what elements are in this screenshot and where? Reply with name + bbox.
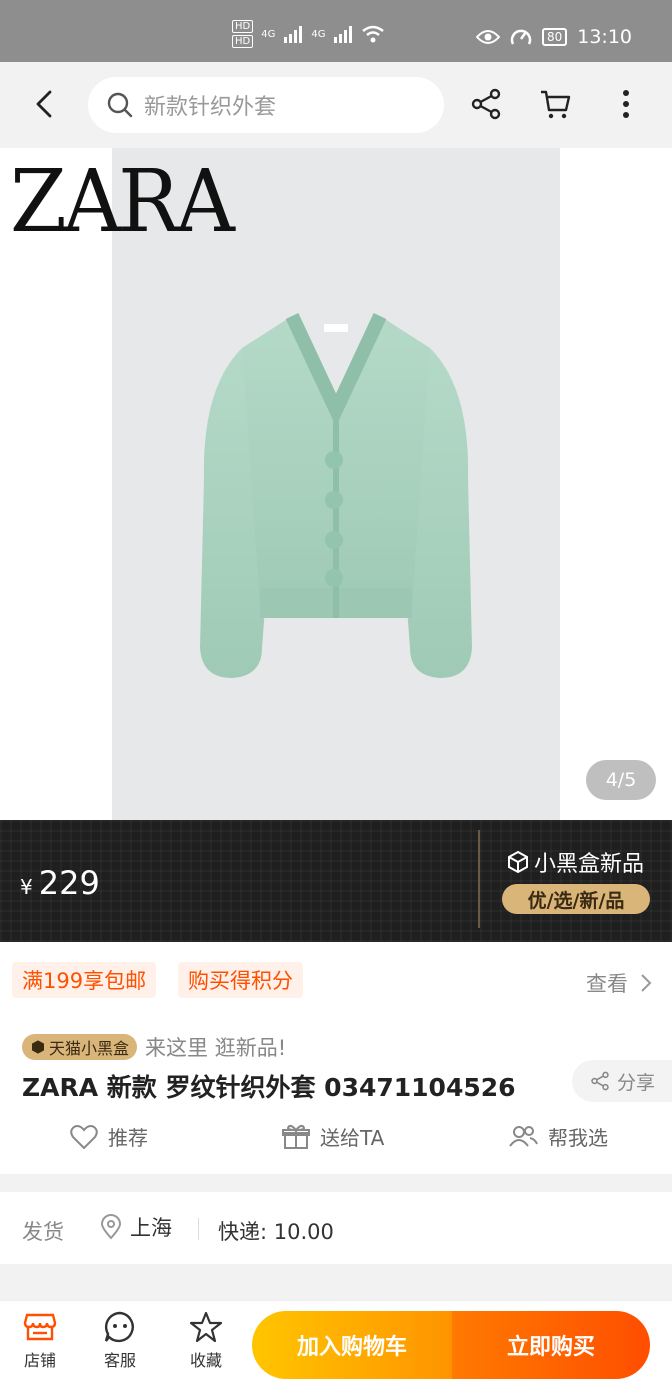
share-button[interactable]: 分享 <box>572 1060 672 1102</box>
wifi-icon <box>362 25 385 43</box>
promo-chip-points: 购买得积分 <box>178 962 303 998</box>
store-icon <box>23 1313 57 1341</box>
favorite-button[interactable]: 收藏 <box>171 1311 241 1371</box>
share-label: 分享 <box>616 1071 655 1094</box>
signal-icon <box>284 26 303 43</box>
help-choose-label: 帮我选 <box>548 1126 608 1150</box>
buy-now-button[interactable]: 立即购买 <box>452 1311 650 1379</box>
recommend-button[interactable]: 推荐 <box>70 1122 148 1151</box>
tagline: 来这里 逛新品! <box>145 1036 287 1060</box>
share-icon[interactable] <box>468 86 504 122</box>
divider <box>198 1218 199 1240</box>
price: ¥ 229 <box>20 864 100 902</box>
price-value: 229 <box>38 864 100 902</box>
people-icon <box>509 1125 538 1147</box>
box-icon <box>508 850 528 874</box>
gift-icon <box>282 1124 310 1149</box>
location-label: 上海 <box>130 1216 172 1240</box>
status-bar: HD HD 4G 4G 80 13:10 <box>0 0 672 62</box>
help-choose-button[interactable]: 帮我选 <box>508 1122 608 1151</box>
network-label: 4G <box>311 28 326 40</box>
add-to-cart-button[interactable]: 加入购物车 <box>252 1311 452 1379</box>
store-button[interactable]: 店铺 <box>5 1311 75 1371</box>
brand-tag: 小黑盒新品 <box>506 846 644 878</box>
brand-logo: ZARA <box>10 152 235 252</box>
tmall-tag-row[interactable]: 天猫小黑盒 来这里 逛新品! <box>22 1032 286 1062</box>
search-icon <box>107 92 133 118</box>
customer-service-label: 客服 <box>103 1351 136 1370</box>
network-label: 4G <box>261 28 276 40</box>
back-icon[interactable] <box>28 86 64 122</box>
product-gallery[interactable]: ZARA 4/5 <box>0 148 672 820</box>
product-info: 天猫小黑盒 来这里 逛新品! ZARA 新款 罗纹针织外套 0347110452… <box>0 1018 672 1174</box>
shipping-row[interactable]: 发货 上海 快递: 10.00 <box>0 1192 672 1264</box>
tmall-badge: 天猫小黑盒 <box>22 1034 138 1060</box>
promo-chip-free-shipping: 满199享包邮 <box>12 962 157 998</box>
location-pin-icon <box>100 1214 122 1240</box>
image-counter: 4/5 <box>586 760 656 800</box>
shipping-location: 上海 <box>100 1212 172 1242</box>
brand-slogan: 优/选/新/品 <box>502 884 650 914</box>
search-bar[interactable]: 新款针织外套 <box>88 77 444 133</box>
currency-symbol: ¥ <box>20 875 33 899</box>
store-label: 店铺 <box>23 1351 56 1370</box>
sim-label: HD <box>232 35 254 48</box>
clock: 13:10 <box>577 26 632 48</box>
brand-tag-label: 小黑盒新品 <box>534 852 645 877</box>
top-nav-bar: 新款针织外套 <box>0 62 672 148</box>
sim-label: HD <box>232 20 254 33</box>
status-right: 80 13:10 <box>475 26 632 48</box>
tmall-badge-label: 天猫小黑盒 <box>49 1039 130 1058</box>
signal-indicators: HD HD 4G 4G <box>232 20 385 48</box>
star-icon <box>189 1311 223 1343</box>
favorite-label: 收藏 <box>189 1351 222 1370</box>
gift-label: 送给TA <box>320 1126 385 1150</box>
action-row: 推荐 送给TA 帮我选 <box>0 1122 672 1162</box>
battery-indicator: 80 <box>541 28 568 46</box>
view-more-label: 查看 <box>586 972 628 996</box>
eye-icon <box>475 30 500 44</box>
shipping-fee: 快递: 10.00 <box>218 1220 334 1244</box>
promo-row[interactable]: 满199享包邮 购买得积分 查看 <box>0 942 672 1018</box>
signal-icon <box>334 26 353 43</box>
box-icon <box>32 1040 44 1054</box>
more-icon[interactable] <box>608 86 644 122</box>
recommend-label: 推荐 <box>108 1126 148 1150</box>
customer-service-button[interactable]: 客服 <box>85 1311 155 1371</box>
price-banner: ¥ 229 小黑盒新品 优/选/新/品 <box>0 820 672 942</box>
shipping-label: 发货 <box>22 1220 64 1244</box>
gift-button[interactable]: 送给TA <box>282 1122 384 1151</box>
share-icon <box>591 1071 609 1091</box>
view-more-link[interactable]: 查看 <box>586 968 652 998</box>
bottom-action-bar: 店铺 客服 收藏 加入购物车 立即购买 <box>0 1300 672 1386</box>
chevron-right-icon <box>641 974 652 992</box>
product-title: ZARA 新款 罗纹针织外套 03471104526 <box>22 1073 516 1102</box>
chat-face-icon <box>104 1311 134 1343</box>
heart-icon <box>70 1124 98 1149</box>
speed-icon <box>510 29 532 45</box>
divider <box>478 830 480 928</box>
search-placeholder: 新款针织外套 <box>144 95 277 120</box>
cart-icon[interactable] <box>538 86 574 122</box>
